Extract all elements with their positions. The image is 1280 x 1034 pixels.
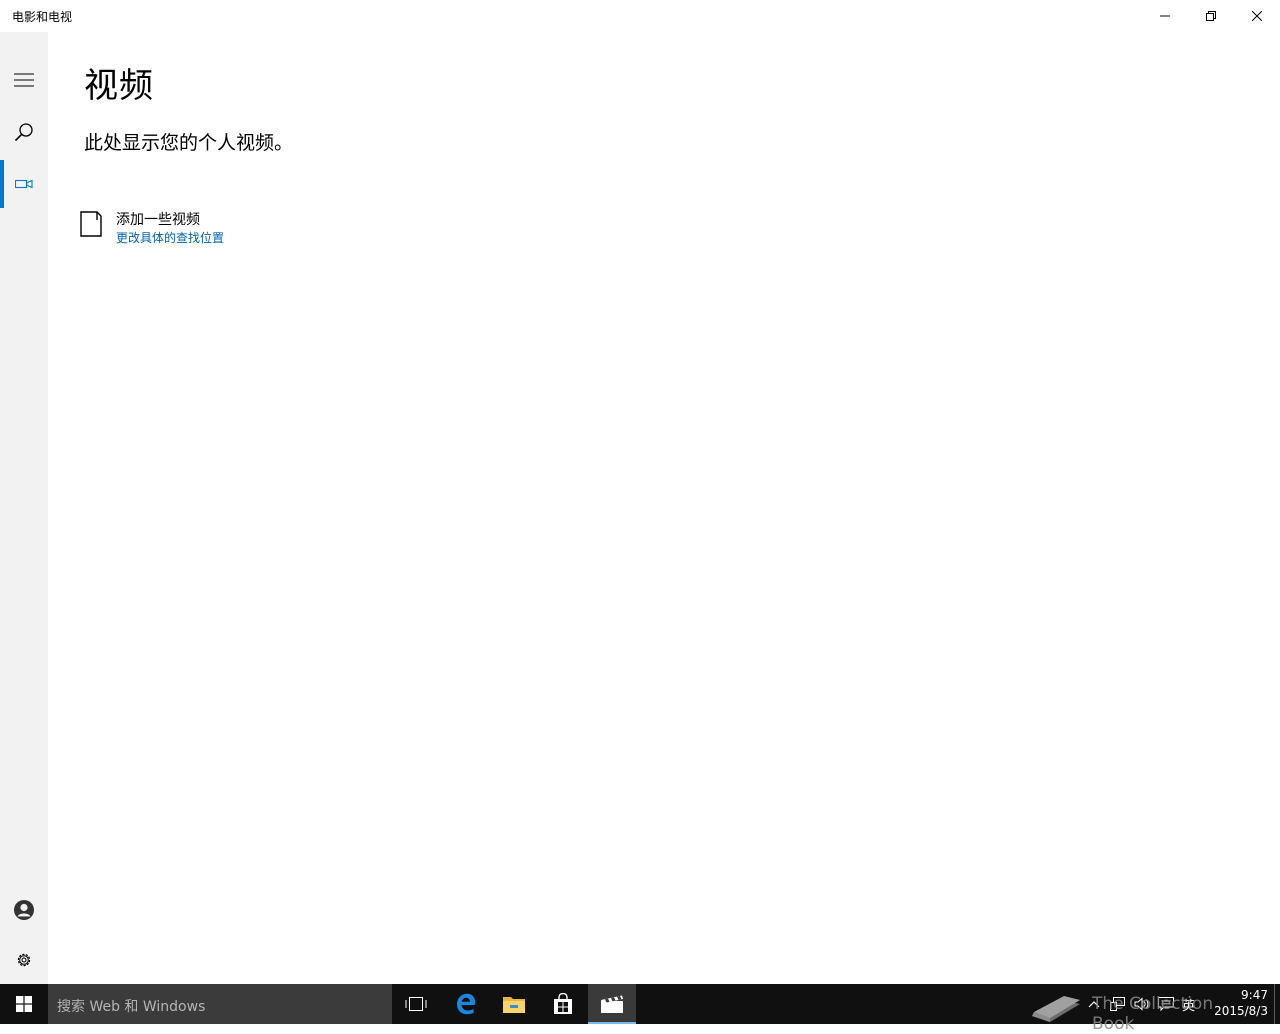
selection-indicator (0, 160, 4, 208)
file-explorer-button[interactable] (490, 984, 538, 1024)
clock-time: 9:47 (1241, 988, 1268, 1002)
task-view-icon (405, 997, 427, 1011)
file-explorer-icon (503, 997, 525, 1013)
show-desktop-button[interactable] (1274, 984, 1275, 1024)
close-button[interactable] (1234, 0, 1280, 32)
edge-button[interactable] (442, 984, 490, 1024)
task-view-button[interactable] (392, 984, 440, 1024)
document-icon (80, 211, 102, 237)
close-icon (1252, 11, 1262, 21)
clock-date: 2015/8/3 (1214, 1004, 1268, 1018)
page-title: 视频 (84, 66, 154, 106)
book-icon (1032, 996, 1080, 1022)
windows-logo-icon (16, 996, 32, 1012)
change-location-link[interactable]: 更改具体的查找位置 (116, 229, 224, 246)
search-button[interactable] (0, 108, 48, 156)
navigation-pane (0, 32, 48, 984)
search-icon (14, 123, 33, 142)
clock[interactable]: 9:47 2015/8/3 (1206, 987, 1268, 1023)
hamburger-icon (14, 73, 34, 87)
restore-button[interactable] (1188, 0, 1234, 32)
nav-item-videos[interactable] (0, 160, 48, 208)
main-content: 视频 此处显示您的个人视频。 添加一些视频 更改具体的查找位置 (48, 32, 1280, 984)
movies-tv-window: 电影和电视 视频 此处显示您的个人视频。 添加一些视频 更改具体的查找位置 (0, 0, 1280, 984)
gear-icon (17, 953, 31, 967)
store-button[interactable] (539, 984, 587, 1024)
account-icon (14, 900, 34, 920)
settings-button[interactable] (0, 936, 48, 984)
add-videos-item[interactable]: 添加一些视频 更改具体的查找位置 (80, 208, 280, 252)
hamburger-button[interactable] (0, 56, 48, 104)
video-camera-icon (15, 179, 33, 189)
start-button[interactable] (0, 984, 48, 1024)
window-title: 电影和电视 (12, 10, 73, 24)
title-bar[interactable]: 电影和电视 (0, 0, 1280, 32)
taskbar-search-box[interactable]: 搜索 Web 和 Windows (48, 984, 392, 1024)
minimize-icon (1160, 15, 1170, 17)
add-videos-label[interactable]: 添加一些视频 (116, 209, 200, 229)
edge-icon (457, 993, 476, 1015)
restore-icon (1206, 11, 1216, 21)
minimize-button[interactable] (1142, 0, 1188, 32)
movies-tv-icon (601, 995, 623, 1013)
store-icon (554, 993, 572, 1014)
account-button[interactable] (0, 886, 48, 934)
movies-tv-button[interactable] (588, 984, 636, 1024)
search-placeholder: 搜索 Web 和 Windows (57, 999, 206, 1015)
page-subtitle: 此处显示您的个人视频。 (84, 132, 294, 154)
